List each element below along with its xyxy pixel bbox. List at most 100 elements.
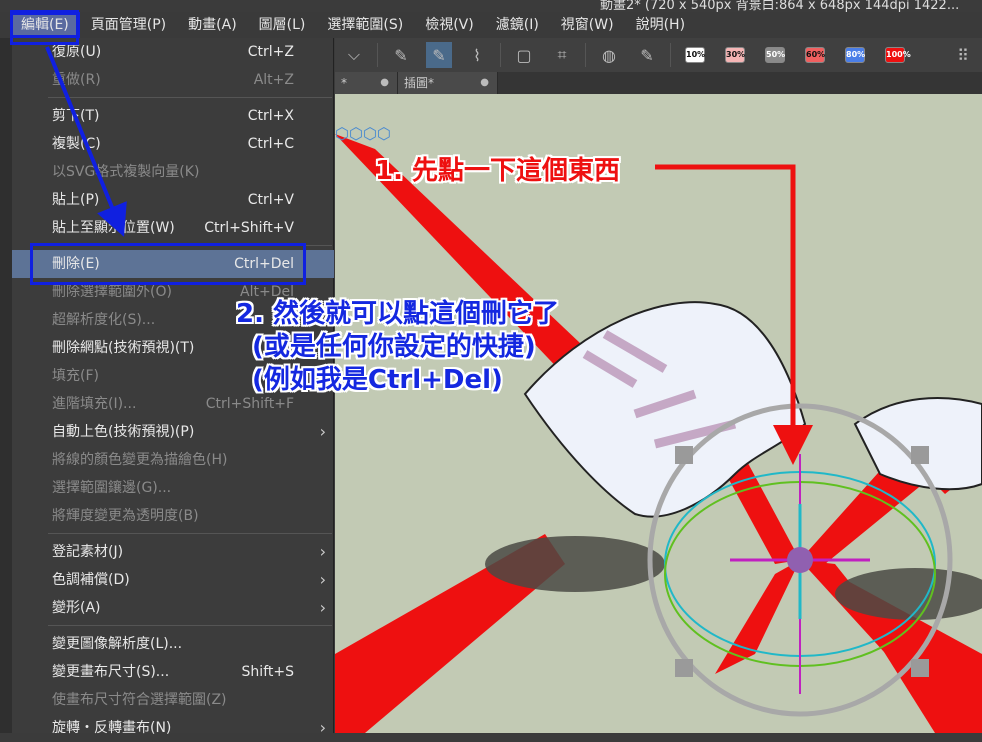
menu-item-shortcut: Ctrl+V bbox=[247, 192, 294, 208]
chevron-right-icon: › bbox=[319, 598, 326, 617]
pen-select-icon[interactable]: ✎ bbox=[426, 42, 452, 68]
tab-label: * bbox=[341, 76, 347, 90]
close-dot-icon[interactable]: ● bbox=[480, 72, 489, 94]
chevron-right-icon: › bbox=[319, 570, 326, 589]
hand-right bbox=[853, 397, 982, 491]
menu-item-label: 將線的顏色變更為描繪色(H) bbox=[52, 452, 228, 468]
menu-item[interactable]: 複製(C) Ctrl+C bbox=[12, 130, 334, 158]
menubar-item[interactable]: 圖層(L) bbox=[248, 12, 317, 38]
menu-item-label: 超解析度化(S)... bbox=[52, 312, 156, 328]
menu-item-label: 將輝度變更為透明度(B) bbox=[52, 508, 199, 524]
pen-disabled-icon[interactable]: ✎ bbox=[634, 42, 660, 68]
opacity-preset-button[interactable]: 50% bbox=[765, 47, 785, 63]
menu-item-label: 複製(C) bbox=[52, 136, 101, 152]
annotation-step2-line: (例如我是Ctrl+Del) bbox=[252, 365, 503, 395]
corner-handle[interactable] bbox=[911, 446, 929, 464]
menu-item-label: 剪下(T) bbox=[52, 108, 100, 124]
toolbar-divider bbox=[585, 43, 586, 67]
hand-shadow bbox=[485, 536, 665, 592]
opacity-preset-button[interactable]: 100% bbox=[885, 47, 911, 63]
menu-item-shortcut: Alt+Z bbox=[253, 72, 294, 88]
menu-item-label: 填充(F) bbox=[52, 368, 99, 384]
transform-center-handle[interactable] bbox=[787, 547, 813, 573]
menubar-item[interactable]: 選擇範圍(S) bbox=[316, 12, 414, 38]
menubar-item[interactable]: 頁面管理(P) bbox=[80, 12, 177, 38]
menu-item: 選擇範圍鑲邊(G)... bbox=[12, 474, 334, 502]
opacity-preset-button[interactable]: 10% bbox=[685, 47, 705, 63]
menu-item[interactable]: 剪下(T) Ctrl+X bbox=[12, 102, 334, 130]
menu-item: 重做(R) Alt+Z bbox=[12, 66, 334, 94]
menu-item-label: 色調補償(D) bbox=[52, 572, 130, 588]
toolbar: ⌵ ✎ ✎ ⌇ ▢ ⌗ ◍ ✎ 10% 30% 50% 60% 80% 100% ⠿ bbox=[335, 38, 982, 72]
menu-item[interactable]: 變更圖像解析度(L)... bbox=[12, 630, 334, 658]
grip-dots-icon[interactable]: ⠿ bbox=[950, 42, 976, 68]
annotation-step2: 2. 然後就可以點這個刪它了 (或是任何你設定的快捷) (例如我是Ctrl+De… bbox=[236, 298, 559, 397]
toolbar-divider bbox=[670, 43, 671, 67]
brush-icon[interactable]: ⌇ bbox=[464, 42, 490, 68]
menu-item-label: 重做(R) bbox=[52, 72, 101, 88]
tab-illustration[interactable]: 插圖* ● bbox=[398, 72, 498, 94]
toolbar-divider bbox=[500, 43, 501, 67]
frame-icon[interactable]: ▢ bbox=[511, 42, 537, 68]
opacity-presets: 10% 30% 50% 60% 80% 100% bbox=[675, 47, 915, 63]
menu-item-label: 刪除網點(技術預視)(T) bbox=[52, 340, 195, 356]
pen-line-icon[interactable]: ✎ bbox=[388, 42, 414, 68]
annotation-step2-line: 2. 然後就可以點這個刪它了 bbox=[236, 299, 560, 329]
menu-item-label: 變更畫布尺寸(S)... bbox=[52, 664, 170, 680]
menu-separator bbox=[48, 625, 332, 626]
tab-bar: * ● 插圖* ● bbox=[335, 72, 982, 94]
chevron-right-icon: › bbox=[319, 718, 326, 737]
menu-item-shortcut: Shift+S bbox=[241, 664, 294, 680]
menu-item: 以SVG格式複製向量(K) bbox=[12, 158, 334, 186]
menu-item[interactable]: 貼上至顯示位置(W) Ctrl+Shift+V bbox=[12, 214, 334, 242]
menu-item-shortcut: Ctrl+Z bbox=[247, 44, 294, 60]
menu-bar: 編輯(E) 頁面管理(P) 動畫(A) 圖層(L) 選擇範圍(S) 檢視(V) 濾鏡(I) 視… bbox=[0, 12, 982, 38]
menu-item: 將線的顏色變更為描繪色(H) bbox=[12, 446, 334, 474]
menubar-item[interactable]: 視窗(W) bbox=[550, 12, 625, 38]
menu-item-label: 使畫布尺寸符合選擇範圍(Z) bbox=[52, 692, 227, 708]
menu-item[interactable]: 變更畫布尺寸(S)... Shift+S bbox=[12, 658, 334, 686]
menu-separator bbox=[48, 97, 332, 98]
close-dot-icon[interactable]: ● bbox=[380, 72, 389, 94]
menu-item-label: 貼上至顯示位置(W) bbox=[52, 220, 175, 236]
canvas-artwork: ⬡⬡⬡⬡ bbox=[335, 124, 982, 733]
corner-handle[interactable] bbox=[675, 446, 693, 464]
menu-item-label: 進階填充(I)... bbox=[52, 396, 137, 412]
menu-item-label: 旋轉・反轉畫布(N) bbox=[52, 720, 172, 736]
menu-item-shortcut: Ctrl+C bbox=[247, 136, 294, 152]
menu-item[interactable]: 自動上色(技術預視)(P) › bbox=[12, 418, 334, 446]
tab-label: 插圖* bbox=[404, 76, 435, 90]
menu-item[interactable]: 登記素材(J) › bbox=[12, 538, 334, 566]
red-beam bbox=[715, 560, 800, 674]
menubar-item[interactable]: 動畫(A) bbox=[177, 12, 248, 38]
opacity-preset-button[interactable]: 60% bbox=[805, 47, 825, 63]
menubar-item[interactable]: 檢視(V) bbox=[414, 12, 485, 38]
tone-icon[interactable]: ◍ bbox=[596, 42, 622, 68]
menubar-item[interactable]: 說明(H) bbox=[625, 12, 696, 38]
corner-handle[interactable] bbox=[675, 659, 693, 677]
menu-item-label: 以SVG格式複製向量(K) bbox=[52, 164, 200, 180]
menu-item-shortcut: Ctrl+Shift+V bbox=[204, 220, 294, 236]
cube-icons[interactable]: ⬡⬡⬡⬡ bbox=[335, 124, 391, 143]
annotation-step1: 1. 先點一下這個東西 bbox=[375, 156, 621, 186]
left-panel-edge bbox=[0, 38, 12, 733]
drawing-canvas[interactable]: ⬡⬡⬡⬡ bbox=[335, 94, 982, 733]
menu-item[interactable]: 旋轉・反轉畫布(N) › bbox=[12, 714, 334, 742]
chevron-down-icon[interactable]: ⌵ bbox=[341, 42, 367, 68]
menu-item[interactable]: 貼上(P) Ctrl+V bbox=[12, 186, 334, 214]
corner-handle[interactable] bbox=[911, 659, 929, 677]
grid-frame-icon[interactable]: ⌗ bbox=[549, 42, 575, 68]
annotation-box-delete bbox=[30, 243, 306, 285]
tab-animation[interactable]: * ● bbox=[335, 72, 398, 94]
annotation-box-edit-menu bbox=[10, 10, 79, 45]
menubar-item[interactable]: 濾鏡(I) bbox=[485, 12, 550, 38]
menu-item[interactable]: 色調補償(D) › bbox=[12, 566, 334, 594]
menu-item: 使畫布尺寸符合選擇範圍(Z) bbox=[12, 686, 334, 714]
menu-item-label: 貼上(P) bbox=[52, 192, 100, 208]
menu-item-label: 自動上色(技術預視)(P) bbox=[52, 424, 195, 440]
opacity-preset-button[interactable]: 30% bbox=[725, 47, 745, 63]
menu-item-label: 變更圖像解析度(L)... bbox=[52, 636, 183, 652]
menu-item-label: 選擇範圍鑲邊(G)... bbox=[52, 480, 172, 496]
opacity-preset-button[interactable]: 80% bbox=[845, 47, 865, 63]
menu-item[interactable]: 變形(A) › bbox=[12, 594, 334, 622]
